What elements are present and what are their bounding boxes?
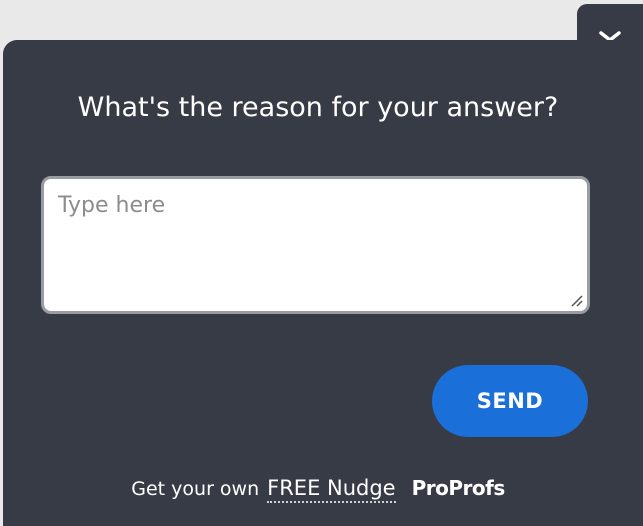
footer-prefix-text: Get your own bbox=[131, 478, 260, 500]
proprofs-logo[interactable]: ProProfs bbox=[412, 476, 506, 500]
question-title: What's the reason for your answer? bbox=[77, 92, 559, 123]
free-nudge-link[interactable]: FREE Nudge bbox=[267, 476, 396, 503]
send-button[interactable]: SEND bbox=[432, 365, 588, 437]
answer-textarea[interactable] bbox=[44, 179, 587, 311]
answer-field-container bbox=[41, 176, 590, 314]
survey-panel: What's the reason for your answer? SEND … bbox=[3, 40, 643, 526]
footer-promo: Get your own FREE Nudge ProProfs bbox=[3, 476, 633, 503]
resize-handle-icon[interactable] bbox=[569, 293, 583, 307]
